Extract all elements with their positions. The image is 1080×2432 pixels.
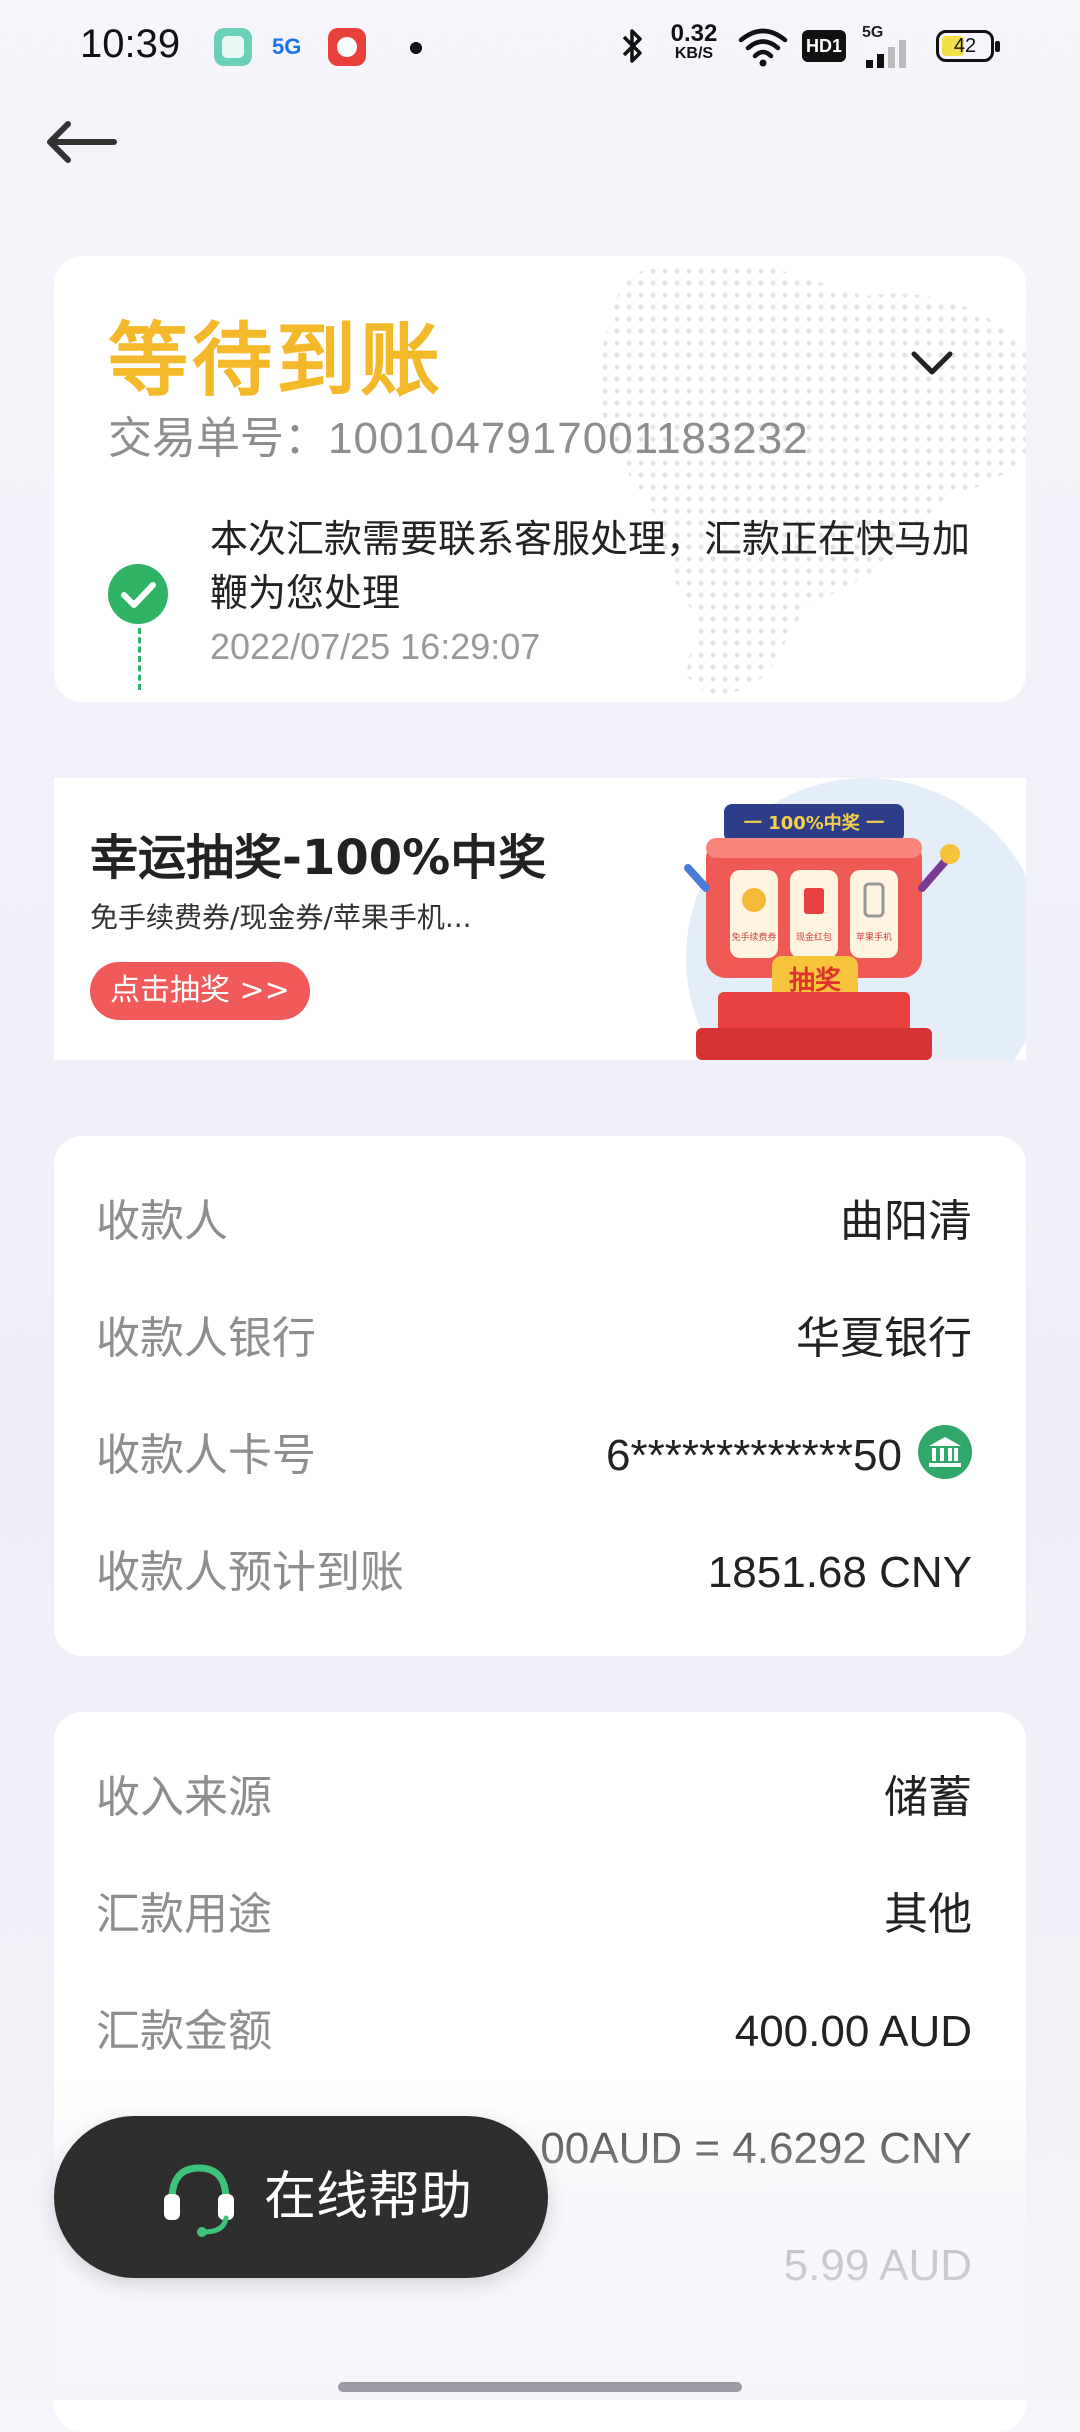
home-gesture-bar[interactable] bbox=[338, 2382, 742, 2392]
status-message: 本次汇款需要联系客服处理，汇款正在快马加鞭为您处理 bbox=[210, 517, 971, 615]
payee-info-card: 收款人 曲阳清 收款人银行 华夏银行 收款人卡号 6*************5… bbox=[54, 1136, 1026, 1656]
slot-machine-banner: 一 100%中奖 一 bbox=[744, 812, 884, 834]
income-source-value: 储蓄 bbox=[884, 1772, 972, 1823]
status-title: 等待到账 bbox=[108, 314, 444, 407]
network-speed-unit: KB/S bbox=[674, 45, 714, 62]
payee-expected-value: 1851.68 CNY bbox=[707, 1548, 972, 1597]
income-source-label: 收入来源 bbox=[96, 1772, 272, 1823]
customer-service-headset-icon bbox=[164, 2164, 234, 2237]
status-timestamp: 2022/07/25 16:29:07 bbox=[210, 626, 541, 667]
arrow-left-icon bbox=[47, 121, 117, 163]
bank-icon[interactable] bbox=[918, 1425, 972, 1480]
remittance-purpose-label: 汇款用途 bbox=[96, 1889, 272, 1940]
chevron-down-icon[interactable] bbox=[904, 336, 960, 392]
payee-name-value: 曲阳清 bbox=[840, 1196, 972, 1247]
status-time: 10:39 bbox=[80, 22, 181, 66]
payee-card-value-wrap: 6*************50 bbox=[605, 1425, 972, 1486]
transaction-number-value: 1001047917001183232 bbox=[328, 414, 809, 463]
slot-machine-button-label: 抽奖 bbox=[789, 965, 842, 996]
world-map-decoration bbox=[599, 262, 1026, 702]
lottery-subtitle: 免手续费券/现金券/苹果手机... bbox=[90, 901, 472, 934]
payee-card-value: 6*************50 bbox=[605, 1431, 902, 1480]
remittance-info-card: 收入来源 储蓄 汇款用途 其他 汇款金额 400.00 AUD 00AUD = … bbox=[54, 1712, 1026, 2432]
5g-app-icon: 5G bbox=[272, 34, 302, 59]
wifi-icon bbox=[738, 28, 788, 67]
more-notifications-dot bbox=[410, 42, 422, 54]
fee-value: 5.99 AUD bbox=[783, 2241, 972, 2290]
payee-expected-row: 收款人预计到账 1851.68 CNY bbox=[96, 1543, 972, 1603]
remittance-amount-row: 汇款金额 400.00 AUD bbox=[96, 2002, 972, 2062]
battery-icon: 42 bbox=[936, 30, 1000, 62]
payee-card-row: 收款人卡号 6*************50 bbox=[96, 1425, 972, 1486]
remittance-purpose-value: 其他 bbox=[884, 1889, 972, 1940]
transfer-status-card: 等待到账 交易单号：1001047917001183232 本次汇款需要联系客服… bbox=[54, 256, 1026, 702]
hd-voice-icon: HD1 bbox=[802, 30, 846, 62]
transaction-number-label: 交易单号： bbox=[108, 413, 328, 464]
remittance-amount-value: 400.00 AUD bbox=[734, 2007, 972, 2056]
network-speed-value: 0.32 bbox=[670, 20, 718, 47]
status-bar: 10:39 5G 0.32 KB/S HD1 5G 42 bbox=[0, 0, 1080, 96]
payee-name-label: 收款人 bbox=[96, 1196, 228, 1247]
network-speed: 0.32 KB/S bbox=[664, 22, 724, 62]
transaction-number: 交易单号：1001047917001183232 bbox=[108, 402, 809, 466]
remittance-amount-label: 汇款金额 bbox=[96, 2006, 272, 2057]
payee-expected-label: 收款人预计到账 bbox=[96, 1547, 404, 1598]
battery-level: 42 bbox=[953, 35, 977, 57]
payee-card-label: 收款人卡号 bbox=[96, 1430, 316, 1481]
payee-bank-label: 收款人银行 bbox=[96, 1313, 316, 1364]
reel-label-1: 免手续费券 bbox=[731, 931, 776, 943]
online-help-button[interactable]: 在线帮助 bbox=[54, 2116, 548, 2278]
payee-name-row: 收款人 曲阳清 bbox=[96, 1192, 972, 1252]
app-notification-icon bbox=[214, 28, 252, 66]
online-help-label: 在线帮助 bbox=[264, 2167, 473, 2227]
draw-lottery-button[interactable]: 点击抽奖 >> bbox=[90, 962, 310, 1020]
slot-machine-illustration: 一 100%中奖 一 免手续费券 现金红包 苹果手机 抽奖 bbox=[684, 778, 1026, 1060]
income-source-row: 收入来源 储蓄 bbox=[96, 1768, 972, 1828]
reel-label-2: 现金红包 bbox=[796, 931, 832, 943]
payee-bank-row: 收款人银行 华夏银行 bbox=[96, 1309, 972, 1369]
signal-icon bbox=[866, 40, 906, 68]
lottery-title: 幸运抽奖-100%中奖 bbox=[90, 830, 547, 886]
remittance-purpose-row: 汇款用途 其他 bbox=[96, 1885, 972, 1945]
app-notification-icon bbox=[328, 28, 366, 66]
check-circle-icon bbox=[108, 564, 168, 624]
timeline-connector bbox=[138, 628, 141, 690]
payee-bank-value: 华夏银行 bbox=[796, 1313, 972, 1364]
lottery-banner[interactable]: 幸运抽奖-100%中奖 免手续费券/现金券/苹果手机... 点击抽奖 >> 一 … bbox=[54, 778, 1026, 1060]
bluetooth-icon bbox=[622, 29, 642, 63]
back-button[interactable] bbox=[44, 112, 124, 172]
reel-label-3: 苹果手机 bbox=[856, 931, 892, 943]
exchange-rate-value: 00AUD = 4.6292 CNY bbox=[540, 2124, 972, 2173]
